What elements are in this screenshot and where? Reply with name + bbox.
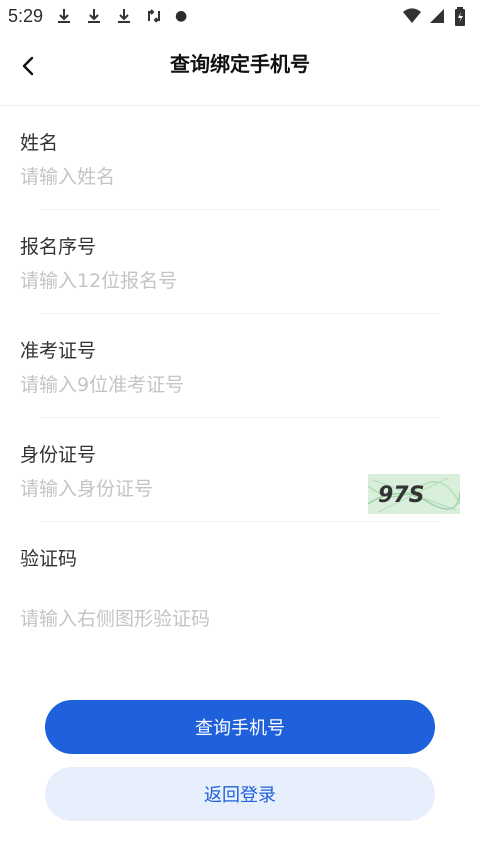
captcha-label: 验证码 <box>20 548 78 570</box>
status-time: 5:29 <box>8 5 44 26</box>
registration-number-input[interactable] <box>20 268 350 294</box>
admission-number-label: 准考证号 <box>20 340 97 362</box>
captcha-field: 验证码 <box>0 522 480 642</box>
page-title: 查询绑定手机号 <box>170 52 310 76</box>
download-icon <box>115 7 133 25</box>
query-form: 姓名 报名序号 准考证号 身份证号 验证码 <box>0 106 480 642</box>
registration-number-label: 报名序号 <box>20 236 97 258</box>
sync-icon <box>145 7 163 25</box>
download-icon <box>85 7 103 25</box>
captcha-text: 97S <box>378 483 424 508</box>
captcha-image[interactable]: 97S <box>368 474 460 514</box>
download-icon <box>55 7 73 25</box>
signal-icon <box>428 7 446 25</box>
registration-number-field: 报名序号 <box>0 210 480 314</box>
status-bar: 5:29 ● <box>0 0 480 32</box>
id-card-label: 身份证号 <box>20 444 97 466</box>
notification-dot-icon: ● <box>175 8 188 24</box>
status-right <box>402 7 472 26</box>
navigation-bar: 查询绑定手机号 <box>0 32 480 106</box>
battery-icon <box>454 7 472 26</box>
query-phone-button[interactable]: 查询手机号 <box>45 700 435 754</box>
wifi-icon <box>402 7 421 25</box>
admission-number-field: 准考证号 <box>0 314 480 418</box>
status-left: 5:29 ● <box>8 6 187 27</box>
back-to-login-button[interactable]: 返回登录 <box>45 767 435 821</box>
captcha-input[interactable] <box>20 606 350 632</box>
id-card-input[interactable] <box>20 476 350 502</box>
name-label: 姓名 <box>20 132 59 154</box>
name-input[interactable] <box>20 164 350 190</box>
name-field: 姓名 <box>0 106 480 210</box>
admission-number-input[interactable] <box>20 372 350 398</box>
